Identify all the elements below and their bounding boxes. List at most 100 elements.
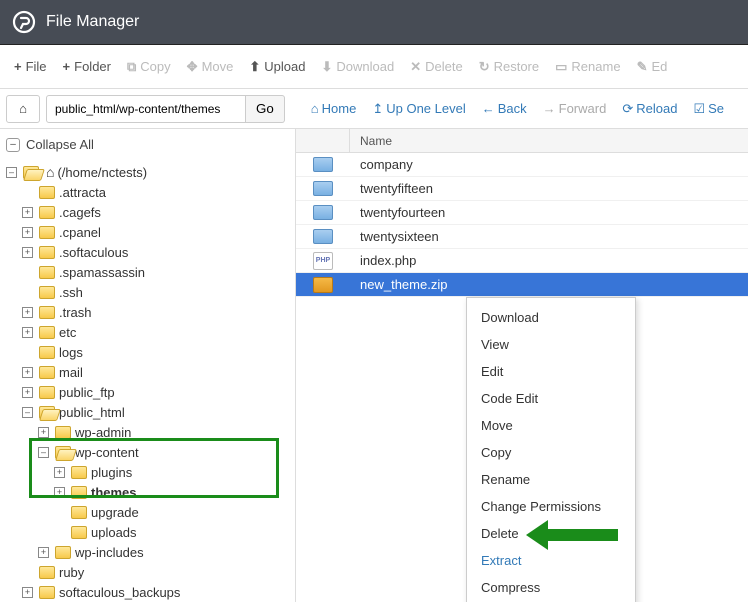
ctx-permissions[interactable]: Change Permissions <box>467 493 635 520</box>
file-row[interactable]: twentyfifteen <box>296 177 748 201</box>
folder-icon <box>23 166 39 179</box>
folder-icon <box>55 426 71 439</box>
folder-icon <box>39 226 55 239</box>
rename-button[interactable]: ▭Rename <box>547 53 628 81</box>
nav-reload-link[interactable]: ⟳Reload <box>614 97 685 121</box>
sidebar-tree: – Collapse All –⌂(/home/nctests) .attrac… <box>0 129 296 602</box>
up-arrow-icon: ↥ <box>372 101 383 117</box>
ctx-view[interactable]: View <box>467 331 635 358</box>
tree-item[interactable]: +.softaculous <box>6 242 289 262</box>
folder-icon <box>39 386 55 399</box>
ctx-code-edit[interactable]: Code Edit <box>467 385 635 412</box>
nav-back-link[interactable]: ←Back <box>474 97 535 120</box>
file-pane: Name company twentyfifteen twentyfourtee… <box>296 129 748 602</box>
forward-arrow-icon: → <box>543 101 556 116</box>
tree-item[interactable]: +.trash <box>6 302 289 322</box>
check-icon: ☑ <box>693 101 705 117</box>
new-folder-button[interactable]: +Folder <box>55 53 119 80</box>
edit-button[interactable]: ✎Ed <box>629 53 676 81</box>
tree-item[interactable]: +softaculous_backups <box>6 582 289 602</box>
folder-icon <box>313 205 333 220</box>
ctx-download[interactable]: Download <box>467 304 635 331</box>
home-button[interactable]: ⌂ <box>6 95 40 123</box>
copy-button[interactable]: ⧉Copy <box>119 53 179 81</box>
folder-icon <box>313 229 333 244</box>
ctx-compress[interactable]: Compress <box>467 574 635 601</box>
cpanel-logo-icon <box>12 10 36 34</box>
tree-item[interactable]: .spamassassin <box>6 262 289 282</box>
collapse-icon: – <box>6 138 20 152</box>
folder-icon <box>313 181 333 196</box>
tree-item[interactable]: –public_html <box>6 402 289 422</box>
folder-icon <box>39 326 55 339</box>
folder-icon <box>39 306 55 319</box>
go-button[interactable]: Go <box>246 95 285 123</box>
col-icon-header[interactable] <box>296 129 350 152</box>
ctx-extract[interactable]: Extract <box>467 547 635 574</box>
file-row[interactable]: PHPindex.php <box>296 249 748 273</box>
folder-icon <box>55 546 71 559</box>
folder-icon <box>39 566 55 579</box>
back-arrow-icon: ← <box>482 101 495 116</box>
delete-button[interactable]: ✕Delete <box>402 53 470 81</box>
nav-up-link[interactable]: ↥Up One Level <box>364 97 473 121</box>
folder-icon <box>71 466 87 479</box>
download-button[interactable]: ⬇Download <box>313 53 402 81</box>
ctx-edit[interactable]: Edit <box>467 358 635 385</box>
folder-icon <box>55 446 71 459</box>
tree-item[interactable]: upgrade <box>6 502 289 522</box>
file-list: company twentyfifteen twentyfourteen twe… <box>296 153 748 297</box>
php-icon: PHP <box>313 252 333 270</box>
tree-item[interactable]: +.cpanel <box>6 222 289 242</box>
new-file-button[interactable]: +File <box>6 53 55 80</box>
ctx-rename[interactable]: Rename <box>467 466 635 493</box>
tree-item[interactable]: logs <box>6 342 289 362</box>
folder-icon <box>71 486 87 499</box>
path-input[interactable] <box>46 95 246 123</box>
nav-select-link[interactable]: ☑Se <box>685 97 732 121</box>
tree-item-selected[interactable]: +themes <box>6 482 289 502</box>
tree-item[interactable]: –wp-content <box>6 442 289 462</box>
tree-item[interactable]: +public_ftp <box>6 382 289 402</box>
ctx-move[interactable]: Move <box>467 412 635 439</box>
folder-icon <box>39 366 55 379</box>
tree-root[interactable]: –⌂(/home/nctests) <box>6 162 289 182</box>
annotation-arrow <box>546 529 618 541</box>
tree-item[interactable]: .attracta <box>6 182 289 202</box>
zip-icon <box>313 277 333 293</box>
tree-item[interactable]: +wp-includes <box>6 542 289 562</box>
tree-item[interactable]: +.cagefs <box>6 202 289 222</box>
app-title: File Manager <box>46 13 139 31</box>
folder-icon <box>71 526 87 539</box>
folder-icon <box>39 406 55 419</box>
col-name-header[interactable]: Name <box>350 134 392 148</box>
move-button[interactable]: ✥Move <box>179 53 242 81</box>
tree-item[interactable]: .ssh <box>6 282 289 302</box>
ctx-copy[interactable]: Copy <box>467 439 635 466</box>
tree-item[interactable]: +plugins <box>6 462 289 482</box>
main-toolbar: +File +Folder ⧉Copy ✥Move ⬆Upload ⬇Downl… <box>0 45 748 89</box>
nav-forward-link[interactable]: →Forward <box>535 97 615 120</box>
file-row[interactable]: twentyfourteen <box>296 201 748 225</box>
file-row[interactable]: company <box>296 153 748 177</box>
reload-icon: ⟳ <box>622 101 633 117</box>
app-header: File Manager <box>0 0 748 45</box>
collapse-all-button[interactable]: – Collapse All <box>6 137 289 152</box>
folder-icon <box>39 586 55 599</box>
nav-bar: ⌂ Go ⌂Home ↥Up One Level ←Back →Forward … <box>0 89 748 129</box>
column-headers: Name <box>296 129 748 153</box>
tree-item[interactable]: +etc <box>6 322 289 342</box>
nav-home-link[interactable]: ⌂Home <box>303 97 365 120</box>
restore-button[interactable]: ↻Restore <box>471 53 547 81</box>
tree-item[interactable]: +mail <box>6 362 289 382</box>
folder-icon <box>71 506 87 519</box>
context-menu: Download View Edit Code Edit Move Copy R… <box>466 297 636 602</box>
file-row[interactable]: twentysixteen <box>296 225 748 249</box>
tree-item[interactable]: +wp-admin <box>6 422 289 442</box>
home-icon: ⌂ <box>46 164 54 180</box>
upload-button[interactable]: ⬆Upload <box>241 53 313 81</box>
tree-item[interactable]: uploads <box>6 522 289 542</box>
tree-item[interactable]: ruby <box>6 562 289 582</box>
file-row-selected[interactable]: new_theme.zip <box>296 273 748 297</box>
folder-icon <box>39 266 55 279</box>
